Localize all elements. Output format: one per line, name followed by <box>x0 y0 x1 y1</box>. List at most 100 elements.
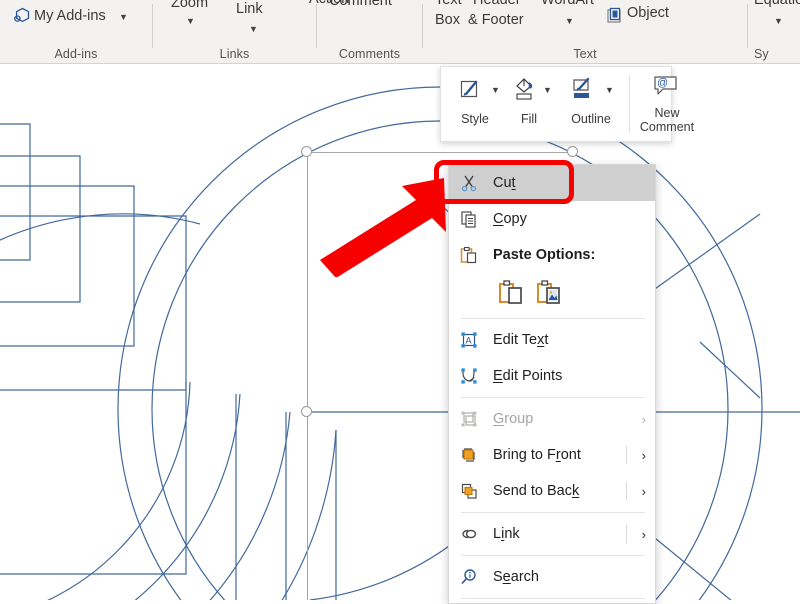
submenu-chevron-icon[interactable]: › <box>642 473 646 509</box>
chevron-down-icon[interactable]: ▼ <box>543 85 552 95</box>
submenu-separator <box>626 525 627 543</box>
ribbon-group-label-text: Text <box>423 47 747 61</box>
keep-source-formatting-paste-icon[interactable] <box>497 277 527 309</box>
context-menu-item-cut[interactable]: Cut <box>449 165 655 201</box>
context-menu-label-copy: Copy <box>493 211 527 227</box>
context-menu-item-edit-text[interactable]: A Edit Text <box>449 322 655 358</box>
link-chain-icon <box>457 516 481 552</box>
context-menu-item-edit-points[interactable]: Edit Points <box>449 358 655 394</box>
context-menu-divider <box>461 397 645 398</box>
ribbon-group-add-ins: My Add-ins ▼ Add-ins <box>0 0 152 63</box>
group-icon <box>457 401 481 437</box>
context-menu-item-bring-to-front[interactable]: Bring to Front › <box>449 437 655 473</box>
minibar-label-fill: Fill <box>501 113 557 127</box>
ribbon-button-object[interactable]: Object <box>627 5 669 21</box>
ribbon-button-header-footer[interactable]: Header <box>473 0 521 8</box>
ribbon-button-text-box-line2[interactable]: Box <box>435 12 460 28</box>
chevron-down-icon[interactable]: ▼ <box>565 16 574 26</box>
addins-icon <box>12 6 34 33</box>
context-menu-divider <box>461 512 645 513</box>
context-menu-label-paste-options: Paste Options: <box>493 247 595 263</box>
handle-top-right[interactable] <box>567 146 578 157</box>
ribbon-group-symbols: Equatio ▼ Sy <box>748 0 800 63</box>
submenu-chevron-icon[interactable]: › <box>642 437 646 473</box>
context-menu-label-cut: Cut <box>493 175 516 191</box>
context-menu-divider <box>461 555 645 556</box>
minibar-divider <box>629 75 630 133</box>
scissors-icon <box>457 165 481 201</box>
context-menu-label-edit-text: Edit Text <box>493 332 548 348</box>
ribbon-button-text-box[interactable]: Text <box>435 0 462 8</box>
ribbon-group-text: Text Box Header & Footer WordArt ▼ Objec… <box>423 0 747 63</box>
document-canvas[interactable] <box>0 64 800 600</box>
ribbon-button-comment[interactable]: Comment <box>329 0 392 9</box>
shape-outline-icon <box>569 75 595 106</box>
ribbon-group-label-links: Links <box>153 47 316 61</box>
selection-edge-left <box>307 152 308 600</box>
ribbon-group-comments: Action Comment Comments <box>317 0 422 63</box>
bring-to-front-icon <box>457 437 481 473</box>
submenu-chevron-icon[interactable]: › <box>642 516 646 552</box>
ribbon: My Add-ins ▼ Add-ins Zoom ▼ Link ▼ Links… <box>0 0 800 64</box>
context-menu-item-paste-options: Paste Options: <box>449 237 655 273</box>
chevron-down-icon[interactable]: ▼ <box>774 16 783 26</box>
ribbon-button-my-add-ins[interactable]: My Add-ins <box>34 8 106 24</box>
minibar-item-outline[interactable]: ▼ Outline <box>555 67 627 143</box>
ribbon-button-wordart[interactable]: WordArt <box>541 0 594 8</box>
minibar-label-outline: Outline <box>555 113 627 127</box>
minibar-item-new-comment[interactable]: @ New Comment <box>631 67 703 143</box>
minibar-label-new: New <box>631 107 703 121</box>
context-menu-item-group[interactable]: Group › <box>449 401 655 437</box>
chevron-down-icon[interactable]: ▼ <box>491 85 500 95</box>
new-comment-icon: @ <box>651 73 681 104</box>
ribbon-button-zoom[interactable]: Zoom <box>171 0 208 11</box>
paste-icon <box>457 237 481 273</box>
object-icon <box>605 6 625 31</box>
context-menu-label-edit-points: Edit Points <box>493 368 562 384</box>
ribbon-button-link[interactable]: Link <box>236 1 263 17</box>
submenu-separator <box>626 482 627 500</box>
search-info-icon <box>457 559 481 595</box>
ribbon-group-label-comments: Comments <box>317 47 422 61</box>
ribbon-group-label-symbols: Sy <box>754 47 800 61</box>
send-to-back-icon <box>457 473 481 509</box>
copy-icon <box>457 201 481 237</box>
chevron-down-icon[interactable]: ▼ <box>186 16 195 26</box>
context-menu-divider <box>461 318 645 319</box>
minibar-label-comment: Comment <box>631 121 703 135</box>
context-menu-label-link: Link <box>493 526 520 542</box>
ribbon-button-equation[interactable]: Equatio <box>754 0 800 8</box>
minibar-item-fill[interactable]: ▼ Fill <box>501 67 557 143</box>
paste-options-row[interactable] <box>449 273 655 315</box>
submenu-chevron-icon: › <box>642 401 646 437</box>
context-menu-label-search: Search <box>493 569 539 585</box>
handle-middle-left[interactable] <box>301 406 312 417</box>
picture-paste-icon[interactable] <box>535 277 565 309</box>
minibar-item-style[interactable]: ▼ Style <box>445 67 505 143</box>
context-menu-item-send-to-back[interactable]: Send to Back › <box>449 473 655 509</box>
selection-edge-top <box>307 152 573 153</box>
submenu-separator <box>626 446 627 464</box>
shape-style-icon <box>457 77 483 108</box>
fill-bucket-icon <box>511 75 537 106</box>
context-menu-label-send-to-back: Send to Back <box>493 483 579 499</box>
edit-text-icon: A <box>457 322 481 358</box>
context-menu-divider <box>461 598 645 599</box>
chevron-down-icon[interactable]: ▼ <box>605 85 614 95</box>
edit-points-icon <box>457 358 481 394</box>
ribbon-button-header-footer-line2[interactable]: & Footer <box>468 12 524 28</box>
svg-text:A: A <box>466 336 472 346</box>
context-menu-item-link[interactable]: Link › <box>449 516 655 552</box>
ribbon-group-label-add-ins: Add-ins <box>0 47 152 61</box>
mini-floating-toolbar[interactable]: ▼ Style ▼ Fill ▼ Outline <box>440 66 672 142</box>
context-menu-item-search[interactable]: Search <box>449 559 655 595</box>
chevron-down-icon[interactable]: ▼ <box>249 24 258 34</box>
context-menu-item-copy[interactable]: Copy <box>449 201 655 237</box>
context-menu-label-group: Group <box>493 411 533 427</box>
handle-top-left[interactable] <box>301 146 312 157</box>
minibar-label-style: Style <box>445 113 505 127</box>
ribbon-group-links: Zoom ▼ Link ▼ Links <box>153 0 316 63</box>
shape-context-menu[interactable]: Cut Copy Paste Options: <box>448 164 656 604</box>
chevron-down-icon[interactable]: ▼ <box>119 12 128 22</box>
svg-text:@: @ <box>657 77 668 89</box>
